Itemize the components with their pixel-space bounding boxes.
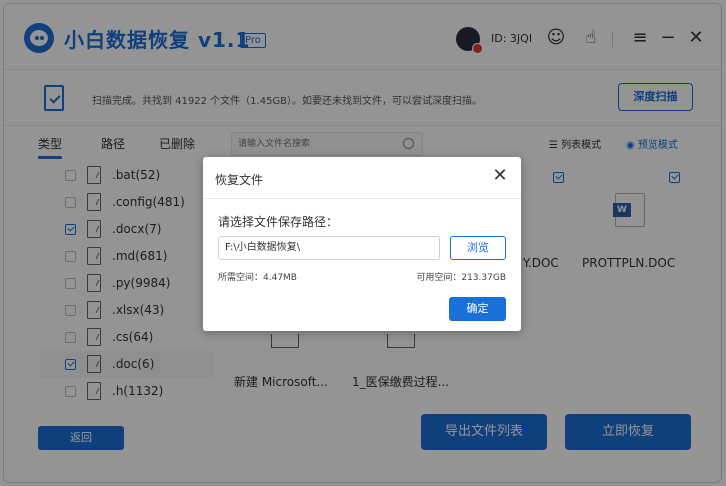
save-path-input[interactable]: F:\小白数据恢复\ <box>218 236 440 260</box>
dialog-title: 恢复文件 <box>215 173 264 187</box>
dialog-close-icon[interactable]: ✕ <box>489 165 511 187</box>
save-path-prompt: 请选择文件保存路径： <box>218 215 339 229</box>
recover-file-dialog: 恢复文件 ✕ 请选择文件保存路径： F:\小白数据恢复\ 浏览 所需空间：4.4… <box>203 157 521 331</box>
required-space-text: 所需空间：4.47MB <box>218 273 297 283</box>
confirm-button[interactable]: 确定 <box>449 297 506 321</box>
available-space-text: 可用空间：213.37GB <box>416 273 506 283</box>
browse-button[interactable]: 浏览 <box>450 236 506 260</box>
dialog-header: 恢复文件 ✕ <box>203 157 521 199</box>
